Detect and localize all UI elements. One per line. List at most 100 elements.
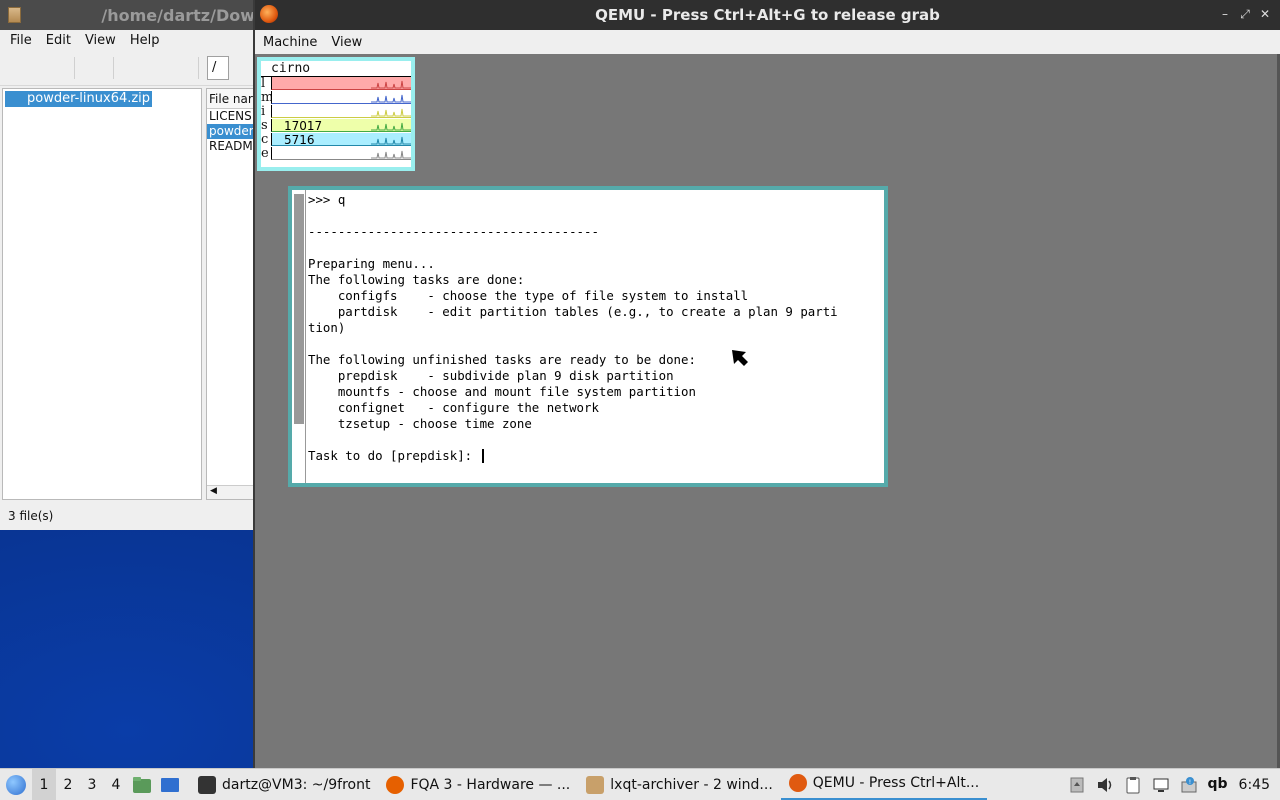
- taskbar-task-label: lxqt-archiver - 2 wind...: [610, 776, 773, 793]
- svg-text:!: !: [1188, 779, 1190, 786]
- desktop-icon: [161, 777, 179, 792]
- stat-label: s: [261, 118, 268, 133]
- close-icon[interactable]: ✕: [1258, 7, 1272, 21]
- folder-icon: [133, 776, 151, 793]
- stat-label: m: [261, 90, 274, 105]
- taskbar-task[interactable]: dartz@VM3: ~/9front: [190, 769, 378, 800]
- stat-sparkline: [371, 150, 411, 159]
- toolbar-separator: [198, 56, 199, 79]
- terminal-line: confignet - configure the network: [308, 400, 599, 415]
- stat-bar: [271, 147, 411, 160]
- taskbar-task[interactable]: QEMU - Press Ctrl+Alt...: [780, 769, 988, 800]
- taskbar-task-label: FQA 3 - Hardware — ...: [410, 776, 571, 793]
- qemu-titlebar[interactable]: QEMU - Press Ctrl+Alt+G to release grab …: [255, 0, 1280, 30]
- terminal-line: configfs - choose the type of file syste…: [308, 288, 749, 303]
- archiver-toolbar: /: [0, 50, 255, 86]
- menu-help[interactable]: Help: [130, 33, 160, 48]
- archiver-window: /home/dartz/Dow File Edit View Help / po…: [0, 0, 256, 530]
- maximize-icon[interactable]: ⤢: [1238, 7, 1252, 21]
- clipboard-icon[interactable]: [1124, 776, 1142, 794]
- stats-hostname: cirno: [261, 61, 411, 77]
- terminal-line: The following unfinished tasks are ready…: [308, 352, 696, 367]
- archiver-title: /home/dartz/Dow: [101, 5, 255, 25]
- keyboard-layout-indicator[interactable]: qb: [1208, 776, 1228, 794]
- stat-bar: [271, 105, 411, 118]
- menu-view[interactable]: View: [331, 35, 362, 50]
- mouse-pointer-icon: [732, 350, 748, 366]
- stat-bar: [271, 91, 411, 104]
- terminal-line: tzsetup - choose time zone: [308, 416, 532, 431]
- menu-edit[interactable]: Edit: [46, 33, 71, 48]
- terminal-window[interactable]: >>> q ----------------------------------…: [288, 186, 888, 487]
- vm-screen[interactable]: cirno l m i s 17017 c 5716 e >>> q ------------…: [255, 54, 1280, 768]
- stat-sparkline: [371, 108, 411, 117]
- terminal-scrollbar[interactable]: [292, 190, 306, 483]
- stat-value: 5716: [284, 133, 315, 147]
- firefox-icon: [386, 775, 405, 794]
- archive-app-icon: [8, 7, 22, 23]
- stat-sparkline: [371, 136, 411, 145]
- file-list[interactable]: File nar LICENS powder READM ◀: [206, 88, 256, 500]
- qemu-title: QEMU - Press Ctrl+Alt+G to release grab: [595, 6, 940, 24]
- notification-icon[interactable]: !: [1180, 776, 1198, 794]
- stat-sparkline: [371, 80, 411, 89]
- menu-machine[interactable]: Machine: [263, 35, 317, 50]
- scrollbar-thumb[interactable]: [294, 194, 304, 424]
- terminal-line: The following tasks are done:: [308, 272, 525, 287]
- taskbar-task[interactable]: FQA 3 - Hardware — ...: [378, 769, 578, 800]
- desktop-switch-3[interactable]: 3: [80, 769, 104, 800]
- network-icon[interactable]: [1152, 776, 1170, 794]
- stats-window[interactable]: cirno l m i s 17017 c 5716 e: [257, 57, 415, 171]
- path-field[interactable]: /: [207, 55, 229, 80]
- terminal-line: prepdisk - subdivide plan 9 disk partiti…: [308, 368, 674, 383]
- minimize-icon[interactable]: –: [1218, 7, 1232, 21]
- text-cursor: [481, 449, 484, 463]
- file-row-selected[interactable]: powder: [207, 124, 255, 139]
- stat-bar: 17017: [271, 119, 411, 133]
- terminal-line: Preparing menu...: [308, 256, 435, 271]
- lxqt-logo-icon: [6, 774, 26, 795]
- taskbar: 1234 dartz@VM3: ~/9front FQA 3 - Hardware…: [0, 768, 1280, 800]
- menu-view[interactable]: View: [85, 33, 116, 48]
- toolbar-separator: [113, 56, 114, 79]
- tree-item-selected[interactable]: powder-linux64.zip: [5, 91, 153, 107]
- taskbar-task[interactable]: lxqt-archiver - 2 wind...: [578, 769, 781, 800]
- scroll-left-arrow-icon[interactable]: ◀: [210, 486, 217, 496]
- folder-tree[interactable]: powder-linux64.zip: [2, 88, 202, 500]
- file-row[interactable]: READM: [207, 139, 255, 154]
- taskbar-task-label: dartz@VM3: ~/9front: [222, 776, 371, 793]
- stat-sparkline: [371, 122, 411, 131]
- stat-bar: 5716: [271, 133, 411, 147]
- stat-row-e: e: [261, 147, 411, 161]
- stat-bar: [271, 77, 411, 90]
- menu-file[interactable]: File: [10, 33, 32, 48]
- column-header-filename[interactable]: File nar: [207, 89, 255, 109]
- terminal-line: tion): [308, 320, 346, 335]
- file-row[interactable]: LICENS: [207, 109, 255, 124]
- terminal-prompt: Task to do [prepdisk]:: [308, 448, 480, 463]
- clock[interactable]: 6:45: [1239, 777, 1270, 793]
- stat-value: 17017: [284, 119, 323, 133]
- volume-icon[interactable]: [1096, 776, 1114, 794]
- qemu-menubar: Machine View: [255, 30, 1280, 54]
- stat-label: c: [261, 132, 269, 147]
- tray-updates-icon[interactable]: [1068, 776, 1086, 794]
- desktop-switch-2[interactable]: 2: [56, 769, 80, 800]
- terminal-output[interactable]: >>> q ----------------------------------…: [308, 192, 878, 464]
- start-menu-button[interactable]: [0, 769, 32, 800]
- archiver-titlebar[interactable]: /home/dartz/Dow: [0, 0, 255, 30]
- stat-label: e: [261, 146, 269, 161]
- taskbar-task-label: QEMU - Press Ctrl+Alt...: [812, 775, 980, 791]
- stat-label: i: [261, 104, 266, 119]
- file-manager-launcher[interactable]: [128, 769, 156, 800]
- stat-row-m: m: [261, 91, 411, 105]
- terminal-line: mountfs - choose and mount file system p…: [308, 384, 696, 399]
- horizontal-scrollbar[interactable]: ◀: [207, 485, 255, 499]
- qemu-window: QEMU - Press Ctrl+Alt+G to release grab …: [253, 0, 1280, 768]
- desktop-switch-4[interactable]: 4: [104, 769, 128, 800]
- terminal-line: ---------------------------------------: [308, 224, 599, 239]
- terminal-line: partdisk - edit partition tables (e.g., …: [308, 304, 838, 319]
- desktop-switch-1[interactable]: 1: [32, 768, 56, 800]
- terminal-line: >>> q: [308, 192, 346, 207]
- show-desktop-button[interactable]: [156, 769, 184, 800]
